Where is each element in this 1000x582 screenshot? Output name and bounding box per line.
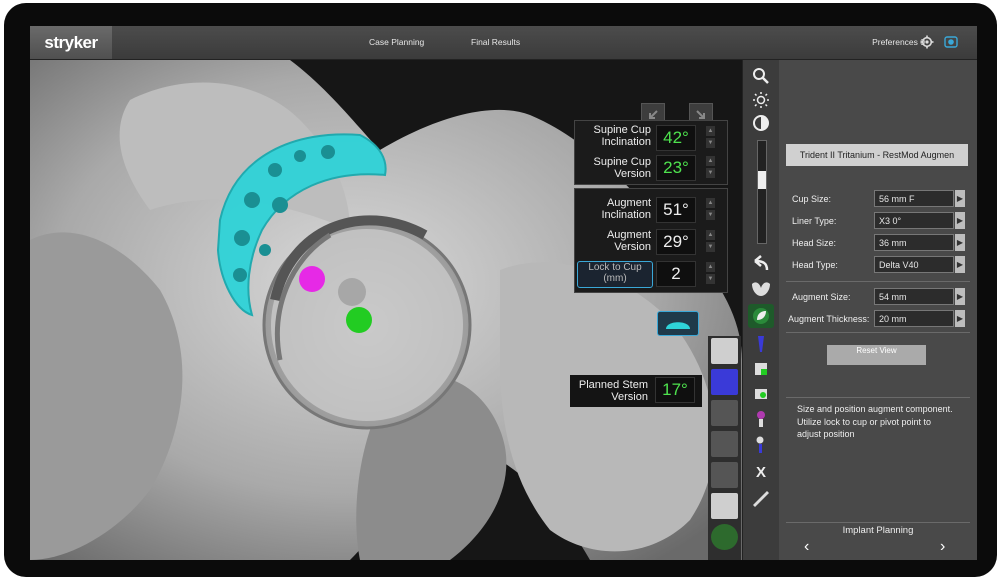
panel-divider bbox=[786, 522, 970, 523]
reset-view-button[interactable]: Reset View bbox=[827, 345, 926, 365]
cup-glyph bbox=[755, 363, 767, 375]
sub-tool-pelvis-icon[interactable] bbox=[711, 493, 738, 519]
bone-glyph bbox=[755, 389, 767, 399]
augment-thickness-label: Augment Thickness: bbox=[788, 314, 870, 324]
chevron-right-icon[interactable]: › bbox=[940, 538, 945, 556]
contrast-slider[interactable] bbox=[757, 140, 767, 244]
chevron-right-icon[interactable]: ▶ bbox=[955, 212, 965, 229]
chevron-right-icon[interactable]: ▶ bbox=[955, 234, 965, 251]
augment-inclination-stepper[interactable]: ▲ ▼ bbox=[706, 198, 715, 220]
supine-cup-version-label: Supine Cup Version bbox=[593, 156, 652, 180]
supine-cup-inclination-value[interactable]: 42° bbox=[656, 125, 696, 151]
head-type-label: Head Type: bbox=[792, 260, 838, 270]
contrast-icon[interactable] bbox=[748, 112, 774, 134]
sub-tool-bone-icon[interactable] bbox=[711, 400, 738, 426]
pivot-point-magenta[interactable] bbox=[299, 266, 325, 292]
head-size-label: Head Size: bbox=[792, 238, 837, 248]
top-bar: stryker Case Planning Final Results Pref… bbox=[30, 26, 977, 60]
lock-to-cup-stepper[interactable]: ▲ ▼ bbox=[706, 262, 715, 284]
augment-version-value[interactable]: 29° bbox=[656, 229, 696, 255]
augment-size-label: Augment Size: bbox=[792, 292, 851, 302]
augment-version-label: Augment Version bbox=[606, 229, 651, 253]
preferences-link[interactable]: Preferences 0 bbox=[872, 26, 925, 59]
implant-planning-label: Implant Planning bbox=[842, 525, 914, 536]
nav-final-results[interactable]: Final Results bbox=[471, 26, 520, 59]
undo-arrow-glyph bbox=[754, 255, 769, 271]
planned-stem-version-value[interactable]: 17° bbox=[655, 377, 695, 403]
instructions-text: Size and position augment component. Uti… bbox=[797, 404, 953, 439]
implant-panel: Trident II Tritanium - RestMod Augmen Cu… bbox=[779, 60, 977, 560]
chevron-right-icon[interactable]: ▶ bbox=[955, 288, 965, 305]
sub-tool-column bbox=[708, 336, 741, 560]
zoom-icon[interactable] bbox=[748, 65, 774, 87]
pelvis-glyph bbox=[752, 282, 770, 296]
cup-size-select[interactable]: 56 mm F bbox=[874, 190, 954, 207]
gear-icon[interactable] bbox=[920, 35, 934, 49]
lock-to-cup-button[interactable]: Lock to Cup (mm) bbox=[577, 261, 653, 288]
panel-divider bbox=[786, 332, 970, 333]
cup-size-label: Cup Size: bbox=[792, 194, 832, 204]
x-ray-icon[interactable]: X bbox=[748, 461, 774, 483]
magnifier-glyph bbox=[753, 68, 769, 84]
implant-title: Trident II Tritanium - RestMod Augmen bbox=[786, 144, 968, 166]
device-frame: stryker Case Planning Final Results Pref… bbox=[4, 3, 997, 577]
chevron-right-icon[interactable]: ▶ bbox=[955, 310, 965, 327]
head-glyph bbox=[757, 411, 765, 427]
supine-cup-version-stepper[interactable]: ▲ ▼ bbox=[706, 156, 715, 178]
sub-tool-head-icon[interactable] bbox=[711, 431, 738, 457]
brightness-icon[interactable] bbox=[748, 89, 774, 111]
sub-tool-liner-icon[interactable] bbox=[711, 462, 738, 488]
acetabulum-icon bbox=[666, 322, 690, 329]
sun-glyph bbox=[753, 92, 769, 108]
stem-glyph bbox=[758, 336, 764, 352]
head-type-select[interactable]: Delta V40 bbox=[874, 256, 954, 273]
cup-view-button[interactable] bbox=[657, 311, 699, 336]
augment-inclination-value[interactable]: 51° bbox=[656, 197, 696, 223]
planned-stem-version-label: Planned Stem Version bbox=[578, 379, 648, 403]
head-icon[interactable] bbox=[748, 408, 774, 430]
nav-case-planning[interactable]: Case Planning bbox=[369, 26, 424, 59]
supine-cup-inclination-label: Supine Cup Inclination bbox=[593, 124, 652, 148]
panel-divider bbox=[786, 397, 970, 398]
chevron-right-icon[interactable]: ▶ bbox=[955, 256, 965, 273]
pelvis-icon[interactable] bbox=[748, 278, 774, 300]
3d-viewport[interactable]: Supine Cup Inclination 42° ▲ ▼ Supine Cup… bbox=[30, 60, 742, 560]
panel-divider bbox=[786, 281, 970, 282]
combined-icon[interactable] bbox=[748, 434, 774, 456]
bone-icon[interactable] bbox=[748, 383, 774, 405]
leaf-glyph bbox=[753, 308, 769, 324]
augment-thickness-select[interactable]: 20 mm bbox=[874, 310, 954, 327]
head-size-select[interactable]: 36 mm bbox=[874, 234, 954, 251]
augment-inclination-label: Augment Inclination bbox=[601, 197, 651, 221]
sub-tool-globe-icon[interactable] bbox=[711, 524, 738, 550]
stryker-logo: stryker bbox=[30, 26, 112, 59]
contrast-glyph bbox=[753, 115, 769, 131]
cup-icon[interactable] bbox=[748, 358, 774, 380]
stem-icon[interactable] bbox=[748, 333, 774, 355]
contrast-slider-thumb[interactable] bbox=[758, 171, 766, 189]
supine-cup-readout: Supine Cup Inclination 42° ▲ ▼ Supine Cup… bbox=[574, 120, 728, 185]
combined-glyph bbox=[756, 436, 764, 453]
ruler-icon[interactable] bbox=[748, 488, 774, 510]
app-screen: stryker Case Planning Final Results Pref… bbox=[30, 26, 977, 560]
planned-stem-readout: Planned Stem Version 17° bbox=[570, 375, 702, 407]
augment-version-stepper[interactable]: ▲ ▼ bbox=[706, 230, 715, 252]
supine-cup-version-value[interactable]: 23° bbox=[656, 155, 696, 181]
liner-type-label: Liner Type: bbox=[792, 216, 837, 226]
chevron-right-icon[interactable]: ▶ bbox=[955, 190, 965, 207]
augment-size-select[interactable]: 54 mm bbox=[874, 288, 954, 305]
pivot-point-green[interactable] bbox=[346, 307, 372, 333]
sub-tool-cup-icon[interactable] bbox=[711, 338, 738, 364]
sub-tool-stem-icon[interactable] bbox=[711, 369, 738, 395]
augment-readout: Augment Inclination 51° ▲ ▼ Augment Versi… bbox=[574, 188, 728, 293]
liner-type-select[interactable]: X3 0° bbox=[874, 212, 954, 229]
lock-to-cup-value[interactable]: 2 bbox=[656, 261, 696, 287]
camera-icon[interactable] bbox=[944, 35, 958, 49]
tool-strip: X bbox=[742, 60, 779, 560]
supine-cup-inclination-stepper[interactable]: ▲ ▼ bbox=[706, 126, 715, 148]
undo-icon[interactable] bbox=[748, 252, 774, 274]
chevron-left-icon[interactable]: ‹ bbox=[804, 538, 809, 556]
augment-icon[interactable] bbox=[748, 304, 774, 328]
ruler-glyph bbox=[753, 491, 769, 507]
